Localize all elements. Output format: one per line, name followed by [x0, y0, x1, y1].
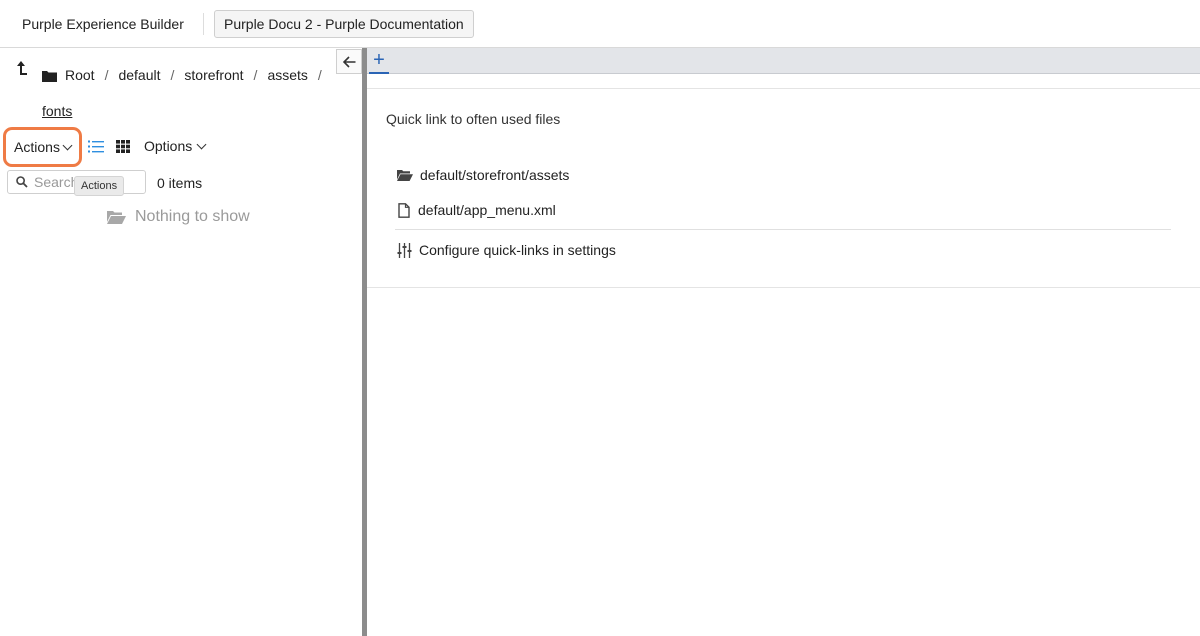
quick-link-app-menu[interactable]: default/app_menu.xml [397, 202, 556, 218]
tab-strip: + [367, 48, 1200, 74]
grid-view-icon[interactable] [116, 140, 130, 153]
file-browser-panel: Root / default / storefront / assets / fonts Ac… [0, 48, 362, 636]
configure-quick-links-label: Configure quick-links in settings [419, 242, 616, 258]
quick-links-title: Quick link to often used files [386, 111, 561, 127]
breadcrumb-root[interactable]: Root [65, 67, 95, 83]
options-button[interactable]: Options [144, 138, 207, 154]
breadcrumb-separator: / [104, 67, 109, 83]
sliders-icon [397, 242, 412, 258]
empty-state-text: Nothing to show [135, 208, 250, 225]
list-view-icon[interactable] [88, 140, 104, 153]
quick-links-divider [395, 229, 1171, 230]
quick-link-label: default/storefront/assets [420, 167, 570, 183]
chevron-down-icon [62, 140, 73, 150]
quick-link-storefront-assets[interactable]: default/storefront/assets [397, 167, 569, 183]
project-selector-button[interactable]: Purple Docu 2 - Purple Documentation [214, 10, 474, 38]
actions-button[interactable]: Actions [3, 127, 82, 167]
quick-links-panel: Quick link to often used files default/s… [367, 88, 1200, 288]
options-label: Options [144, 138, 193, 154]
items-count: 0 items [157, 175, 203, 191]
breadcrumb-separator: / [170, 67, 175, 83]
breadcrumb-storefront[interactable]: storefront [184, 67, 243, 83]
configure-quick-links-link[interactable]: Configure quick-links in settings [397, 242, 616, 258]
top-bar: Purple Experience Builder Purple Docu 2 … [0, 0, 1200, 48]
editor-panel: + Quick link to often used files default… [367, 48, 1200, 636]
quick-link-label: default/app_menu.xml [418, 202, 556, 218]
folder-open-icon [397, 170, 413, 181]
add-tab-button[interactable]: + [369, 50, 389, 74]
folder-up-icon[interactable] [14, 60, 28, 78]
empty-state: Nothing to show [107, 208, 250, 226]
chevron-down-icon [196, 139, 207, 149]
actions-label: Actions [14, 139, 60, 155]
arrow-left-icon [342, 55, 355, 68]
search-icon [16, 176, 28, 188]
file-icon [398, 202, 410, 218]
topbar-divider [203, 13, 204, 35]
folder-icon [42, 71, 57, 82]
breadcrumb-separator: / [317, 67, 322, 83]
app-title: Purple Experience Builder [22, 16, 184, 32]
folder-open-icon [107, 211, 126, 224]
breadcrumb: Root / default / storefront / assets / [42, 67, 332, 83]
breadcrumb-assets[interactable]: assets [267, 67, 307, 83]
breadcrumb-current-fonts[interactable]: fonts [42, 103, 72, 119]
breadcrumb-default[interactable]: default [118, 67, 160, 83]
collapse-panel-button[interactable] [336, 49, 362, 74]
actions-tooltip: Actions [74, 176, 125, 196]
breadcrumb-separator: / [253, 67, 258, 83]
